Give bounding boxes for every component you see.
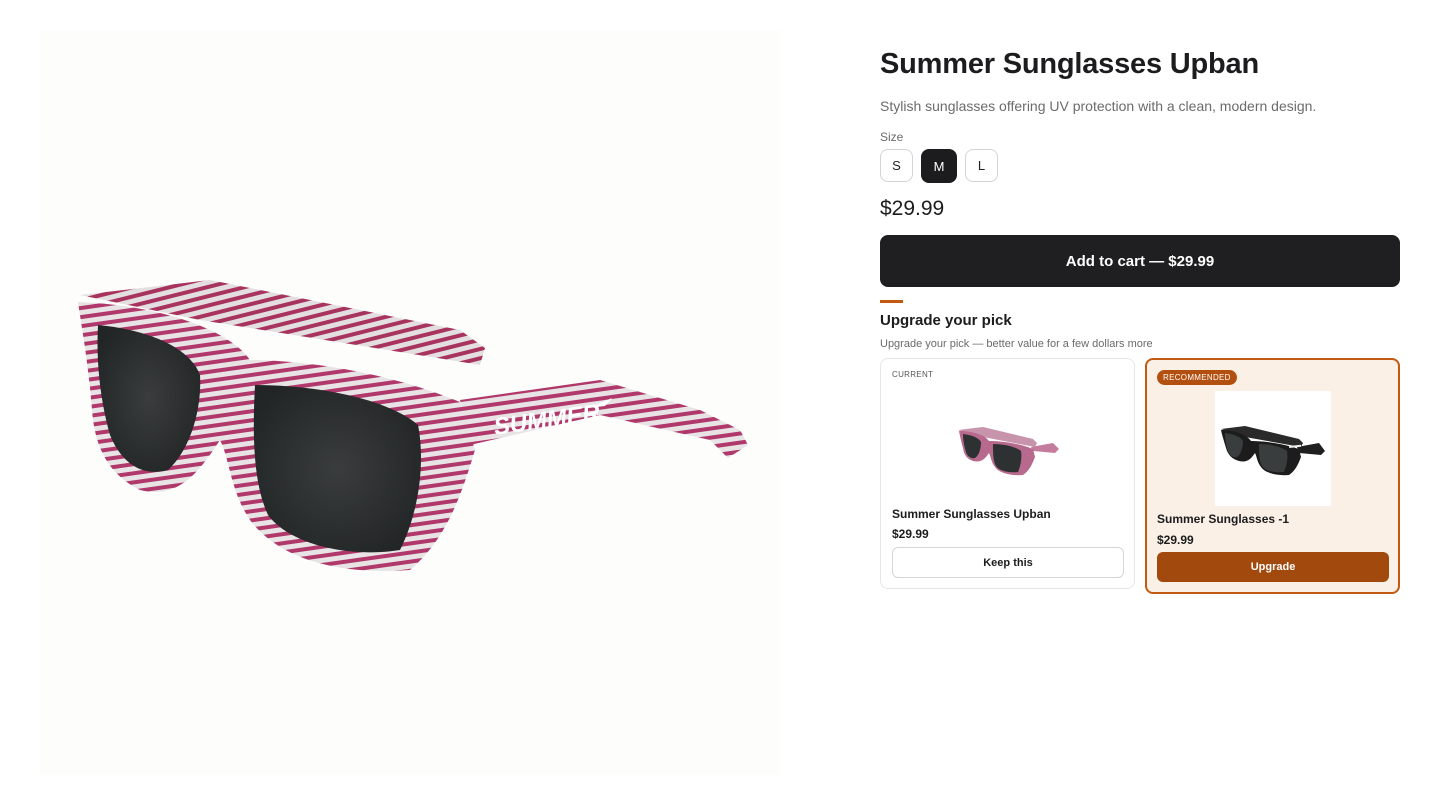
- black-sunglasses-icon: [1221, 426, 1325, 476]
- recommended-product-card: RECOMMENDED Summer Sunglasses -1 $29.99 …: [1145, 358, 1400, 594]
- recommended-product-name: Summer Sunglasses -1: [1157, 512, 1290, 526]
- recommended-product-thumbnail: [1215, 391, 1331, 506]
- upgrade-section-subtitle: Upgrade your pick — better value for a f…: [880, 338, 1153, 350]
- add-to-cart-button[interactable]: Add to cart — $29.99: [880, 235, 1400, 287]
- upgrade-section-title: Upgrade your pick: [880, 312, 1012, 329]
- upgrade-button[interactable]: Upgrade: [1157, 552, 1389, 582]
- striped-sunglasses-image: SUMMER: [78, 280, 748, 571]
- size-option-s[interactable]: S: [880, 149, 913, 182]
- size-selector: S M L: [880, 149, 998, 183]
- current-tag: CURRENT: [892, 370, 934, 379]
- size-label: Size: [880, 130, 904, 144]
- size-option-l[interactable]: L: [965, 149, 998, 182]
- product-title: Summer Sunglasses Upban: [880, 48, 1259, 80]
- section-accent-divider: [880, 300, 903, 303]
- size-option-m[interactable]: M: [921, 149, 957, 183]
- product-info-panel: Summer Sunglasses Upban Stylish sunglass…: [880, 40, 1400, 594]
- product-description: Stylish sunglasses offering UV protectio…: [880, 98, 1317, 114]
- product-hero-image: SUMMER: [40, 30, 780, 775]
- recommended-product-price: $29.99: [1157, 533, 1194, 547]
- current-product-card: CURRENT Summer Sunglasses Upban $29.99 K…: [880, 358, 1135, 589]
- keep-this-button[interactable]: Keep this: [892, 547, 1124, 578]
- current-product-thumbnail: [953, 387, 1063, 502]
- current-product-name: Summer Sunglasses Upban: [892, 507, 1051, 521]
- recommended-badge: RECOMMENDED: [1157, 370, 1237, 385]
- current-product-price: $29.99: [892, 527, 929, 541]
- striped-sunglasses-icon: [958, 427, 1059, 476]
- product-price: $29.99: [880, 197, 945, 220]
